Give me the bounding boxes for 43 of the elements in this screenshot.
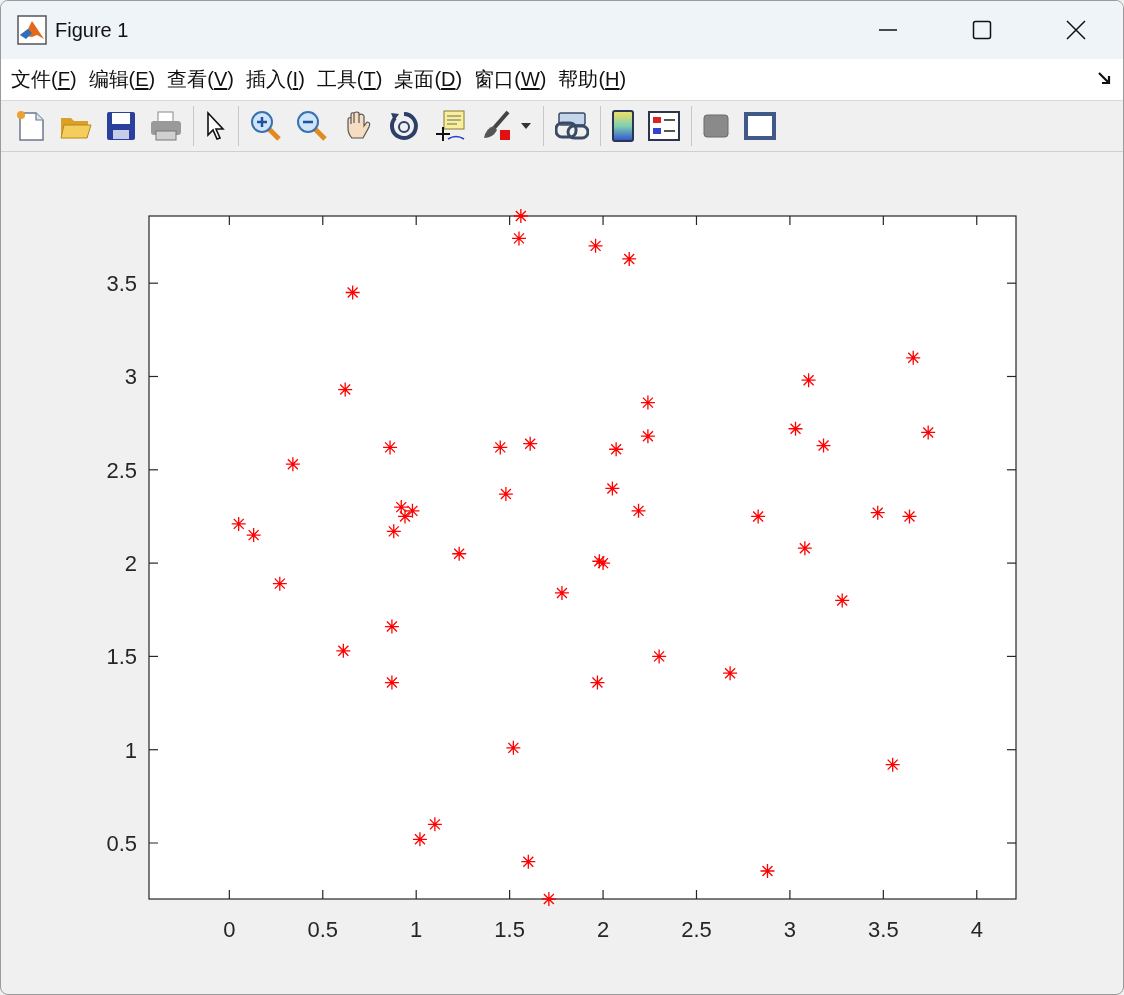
- menu-item[interactable]: 文件(F): [5, 67, 83, 92]
- rounded-square-icon[interactable]: [703, 113, 729, 138]
- rotate-icon[interactable]: [388, 109, 420, 142]
- zoom-out-icon[interactable]: [296, 109, 328, 142]
- x-tick-label: 3: [783, 917, 797, 942]
- y-tick-label: 3.5: [106, 271, 137, 297]
- window-title: Figure 1: [55, 18, 129, 43]
- x-tick-label: 2.5: [681, 917, 712, 942]
- new-file-icon[interactable]: [16, 109, 46, 142]
- x-tick-label: 0.5: [307, 917, 339, 942]
- x-tick-label: 0: [223, 917, 236, 942]
- y-tick-label: 2: [124, 551, 137, 577]
- y-tick-label: 2.5: [106, 457, 137, 483]
- x-tick-label: 1.5: [494, 917, 525, 942]
- window-frame-icon[interactable]: [743, 110, 777, 141]
- menu-item[interactable]: 工具(T): [310, 67, 389, 92]
- menu-item[interactable]: 桌面(D): [388, 67, 469, 92]
- colorbar-icon[interactable]: [612, 109, 634, 142]
- caret-icon[interactable]: [521, 122, 531, 129]
- link-icon[interactable]: [555, 110, 589, 141]
- close-icon: [1066, 20, 1086, 40]
- legend-icon[interactable]: [648, 110, 680, 141]
- save-icon[interactable]: [106, 110, 136, 141]
- x-tick-label: 1: [410, 917, 423, 942]
- x-tick-label: 4: [970, 917, 983, 942]
- minimize-icon: [878, 29, 898, 31]
- menu-item[interactable]: 查看(V): [161, 67, 240, 92]
- y-tick-label: 1.5: [106, 644, 137, 670]
- pointer-icon[interactable]: [205, 110, 227, 141]
- y-tick-label: 0.5: [106, 831, 137, 856]
- maximize-icon: [972, 20, 992, 40]
- y-tick-label: 3: [124, 364, 137, 390]
- menu-item[interactable]: 编辑(E): [82, 67, 162, 92]
- x-tick-label: 3.5: [868, 917, 899, 942]
- data-cursor-icon[interactable]: [434, 109, 466, 142]
- print-icon[interactable]: [150, 110, 182, 141]
- app-logo-icon: [17, 15, 47, 45]
- menu-item[interactable]: 窗口(W): [468, 67, 553, 92]
- x-tick-label: 2: [596, 917, 610, 942]
- y-tick-label: 1: [124, 737, 137, 763]
- menu-item[interactable]: 插入(I): [239, 67, 311, 92]
- zoom-in-icon[interactable]: [250, 109, 282, 142]
- menu-item[interactable]: 帮助(H): [552, 67, 633, 92]
